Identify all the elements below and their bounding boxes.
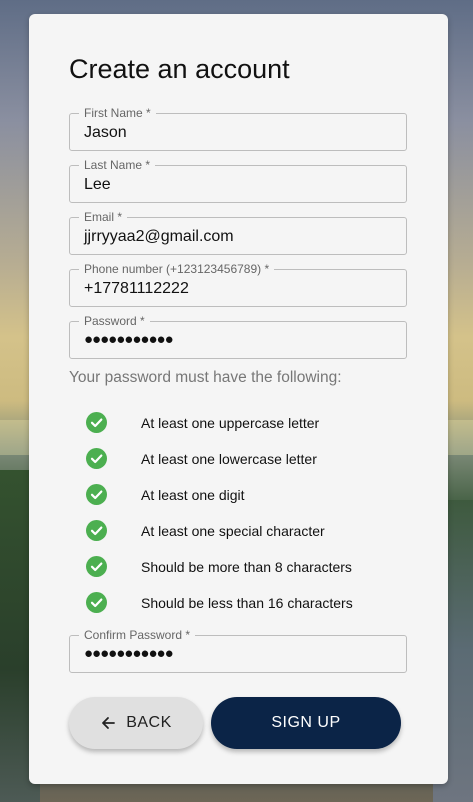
signup-card: Create an account First Name * Jason Las… [29,14,448,784]
password-field[interactable]: Password * ●●●●●●●●●●● [69,314,407,359]
confirm-password-value[interactable]: ●●●●●●●●●●● [84,644,174,664]
password-rule: At least one special character [86,520,406,542]
arrow-left-icon [102,717,116,729]
password-rule-text: At least one special character [141,523,325,539]
email-value[interactable]: jjrryyaa2@gmail.com [84,227,234,247]
check-circle-icon [86,520,107,541]
sign-up-button[interactable]: SIGN UP [211,697,401,749]
sign-up-button-label: SIGN UP [271,714,341,731]
password-rule: At least one digit [86,484,406,506]
check-circle-icon [86,448,107,469]
back-button[interactable]: BACK [69,697,203,749]
password-rule-text: At least one lowercase letter [141,451,317,467]
check-circle-icon [86,556,107,577]
confirm-password-label: Confirm Password * [79,628,196,642]
last-name-value[interactable]: Lee [84,175,111,195]
first-name-value[interactable]: Jason [84,123,127,143]
email-field[interactable]: Email * jjrryyaa2@gmail.com [69,210,407,255]
confirm-password-field[interactable]: Confirm Password * ●●●●●●●●●●● [69,628,407,673]
password-rule: At least one uppercase letter [86,412,406,434]
check-circle-icon [86,484,107,505]
last-name-label: Last Name * [79,158,156,172]
password-value[interactable]: ●●●●●●●●●●● [84,330,174,350]
password-rule: Should be more than 8 characters [86,556,406,578]
password-rule-text: Should be more than 8 characters [141,559,352,575]
phone-label: Phone number (+123123456789) * [79,262,275,276]
phone-value[interactable]: +17781112222 [84,279,189,299]
check-circle-icon [86,592,107,613]
password-rules-intro: Your password must have the following: [69,369,342,386]
password-rule-text: Should be less than 16 characters [141,595,353,611]
password-label: Password * [79,314,150,328]
first-name-label: First Name * [79,106,156,120]
check-circle-icon [86,412,107,433]
last-name-field[interactable]: Last Name * Lee [69,158,407,203]
password-rule: Should be less than 16 characters [86,592,406,614]
page-title: Create an account [69,54,290,84]
first-name-field[interactable]: First Name * Jason [69,106,407,151]
email-label: Email * [79,210,128,224]
back-button-label: BACK [126,714,172,731]
phone-field[interactable]: Phone number (+123123456789) * +17781112… [69,262,407,307]
password-rule-text: At least one uppercase letter [141,415,320,431]
password-rule-text: At least one digit [141,487,245,503]
password-rule: At least one lowercase letter [86,448,406,470]
